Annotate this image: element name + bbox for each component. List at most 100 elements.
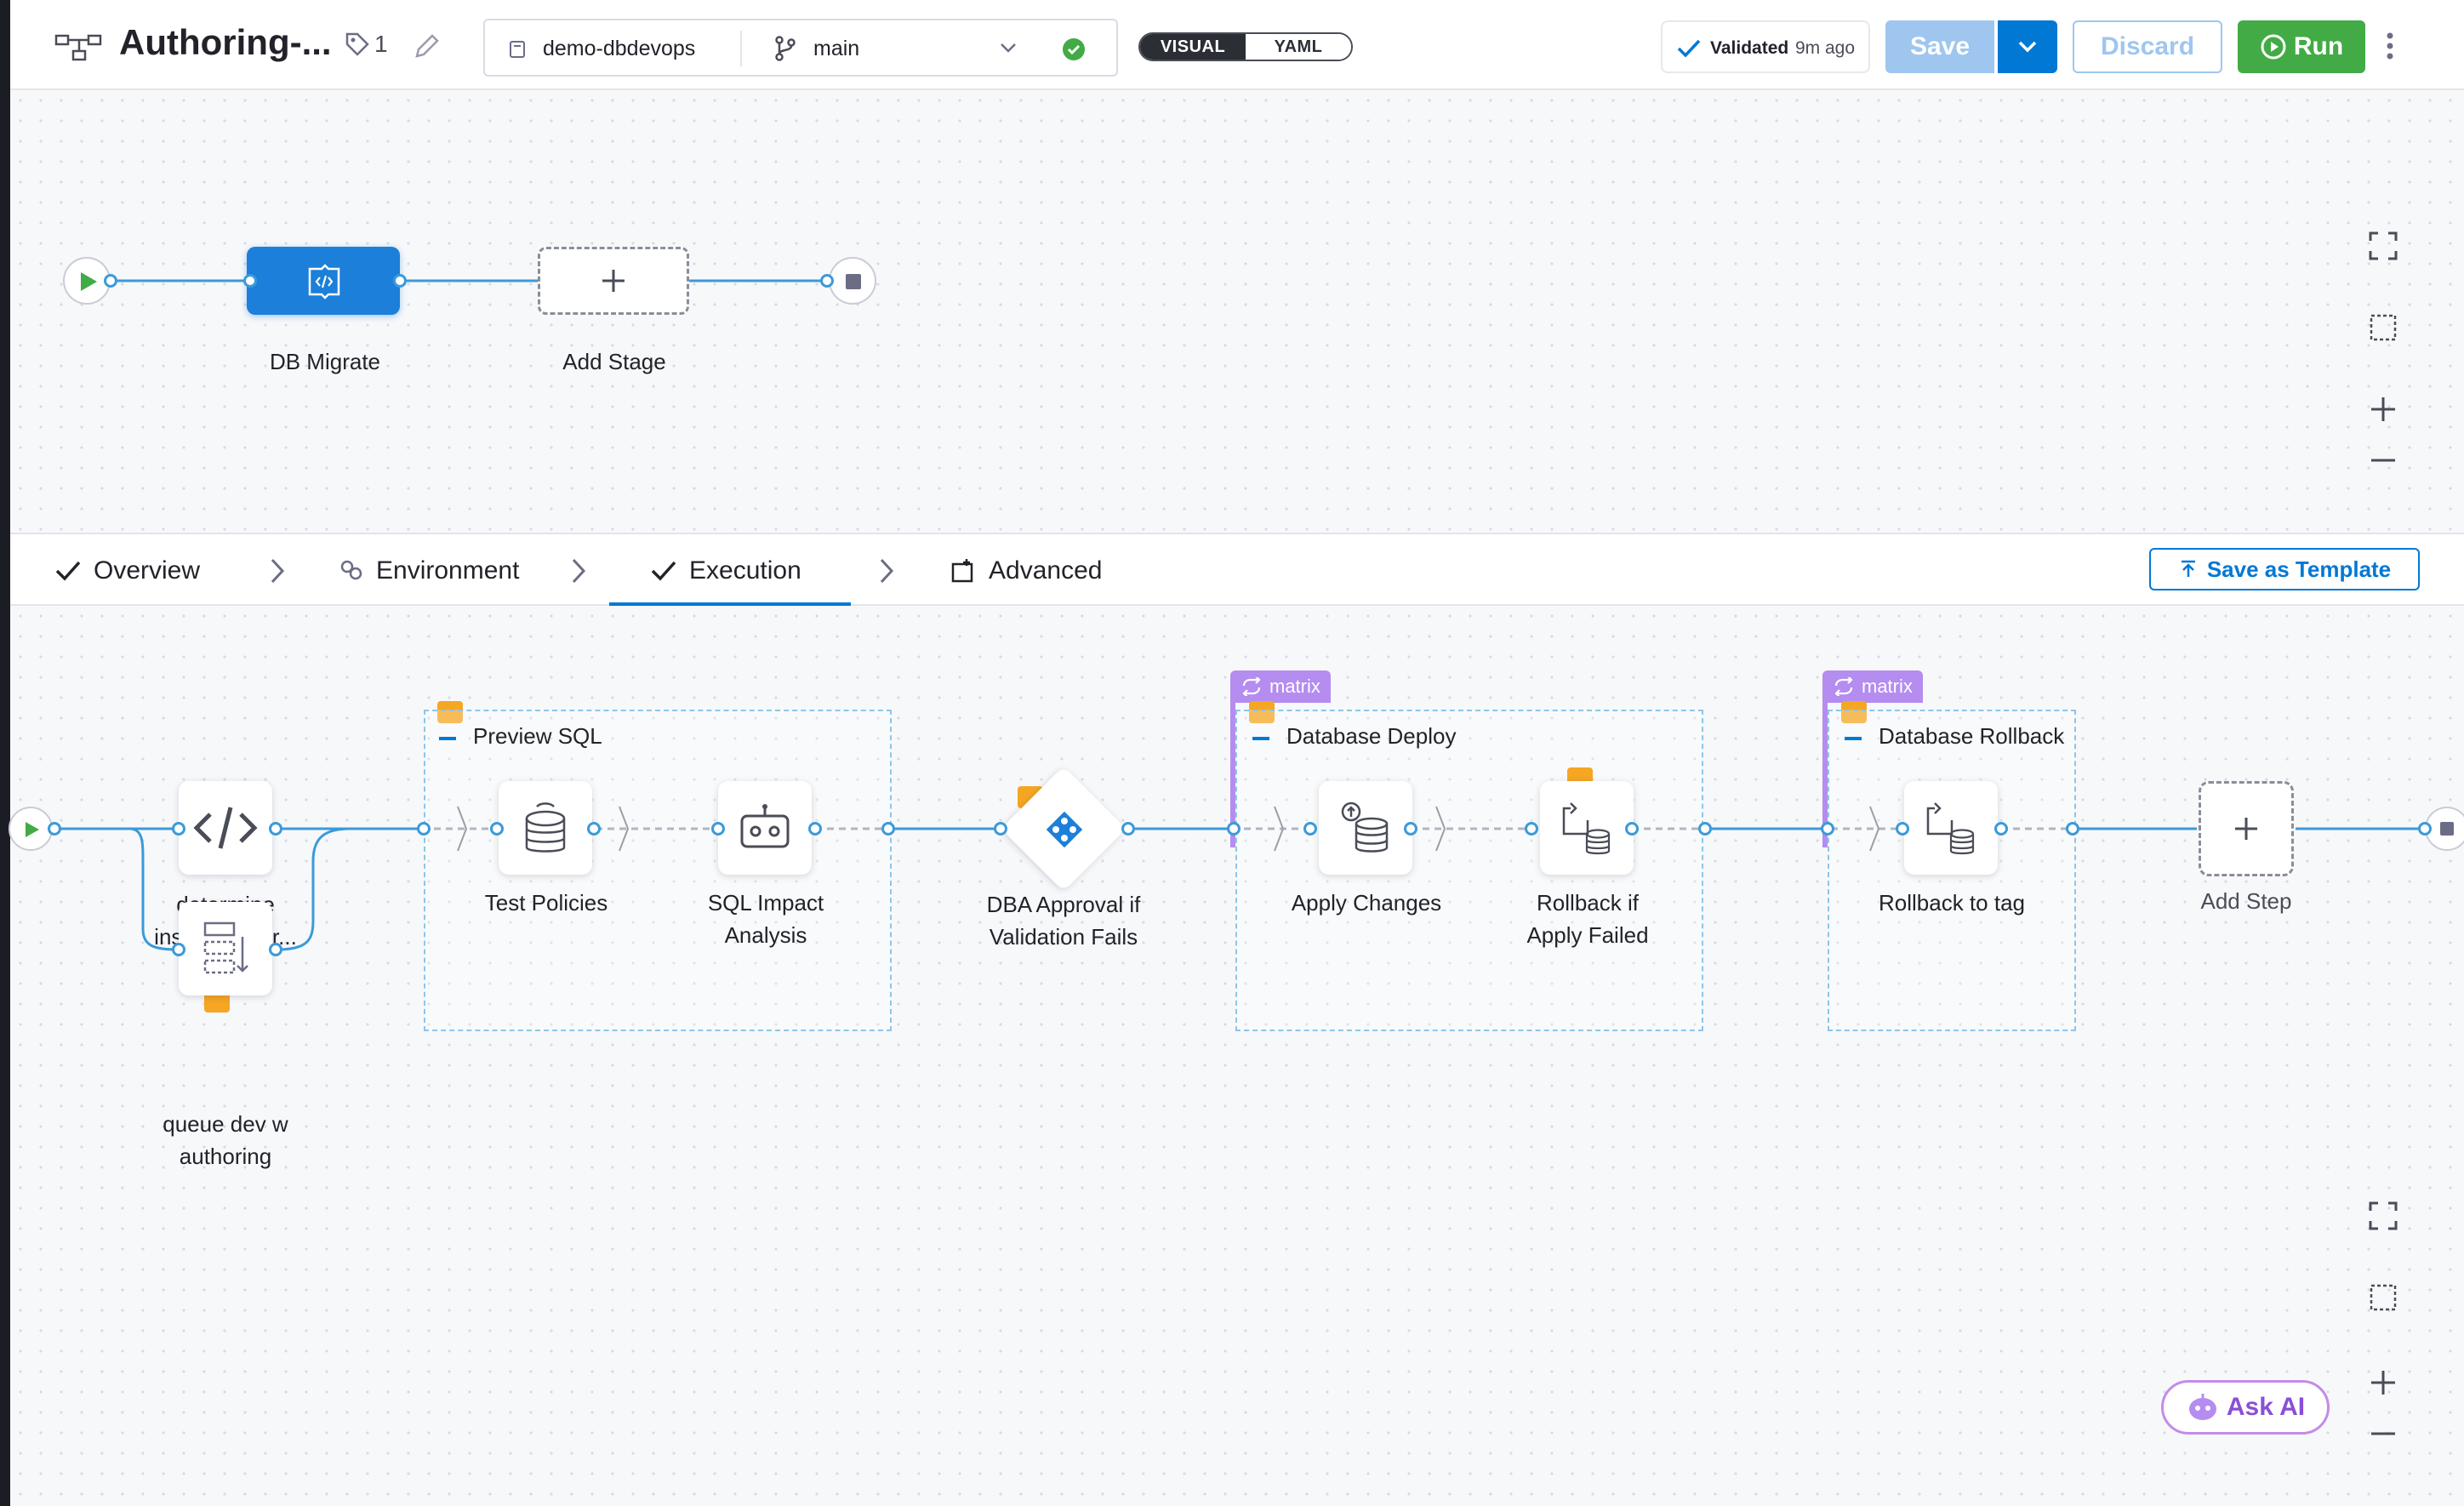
play-circle-icon (2261, 34, 2286, 60)
visual-tab[interactable]: VISUAL (1140, 34, 1246, 60)
tab-execution[interactable]: Execution (650, 534, 801, 608)
collapse-icon[interactable] (1252, 737, 1269, 740)
step-group-preview-sql[interactable] (424, 710, 892, 1031)
stop-icon (846, 274, 861, 289)
chevron-down-icon[interactable] (999, 41, 1018, 54)
stop-icon (2440, 822, 2454, 836)
add-step-button[interactable] (2199, 781, 2294, 876)
port (172, 943, 185, 956)
port (172, 822, 185, 836)
step-label-add-step: Add Step (2200, 888, 2292, 914)
check-icon (55, 561, 81, 581)
execution-start-node (9, 807, 53, 851)
tab-overview[interactable]: Overview (54, 534, 200, 608)
collapse-icon[interactable] (1845, 737, 1862, 740)
left-edge (0, 0, 10, 1506)
sync-status-check-icon (1063, 38, 1085, 60)
step-queue-dev[interactable] (179, 902, 272, 995)
plus-icon (2235, 818, 2257, 840)
save-options-button[interactable] (1998, 20, 2057, 73)
save-as-template-button[interactable]: Save as Template (2149, 548, 2420, 590)
step-rollback-if-failed[interactable] (1540, 781, 1634, 875)
fit-screen-icon[interactable] (2358, 1191, 2408, 1241)
robot-icon (740, 804, 790, 848)
yaml-tab[interactable]: YAML (1246, 34, 1351, 60)
matrix-label: matrix (1862, 676, 1913, 697)
stage-canvas[interactable]: DB Migrate Add Stage (10, 90, 2464, 533)
pipeline-end-node (829, 257, 876, 305)
fit-screen-icon[interactable] (2358, 221, 2408, 271)
repo-icon (510, 41, 525, 58)
ask-ai-button[interactable]: Ask AI (2161, 1380, 2330, 1435)
select-area-icon[interactable] (2358, 1273, 2408, 1322)
db-migrate-icon (308, 264, 340, 299)
port (1625, 822, 1639, 836)
more-options-icon[interactable] (2384, 31, 2396, 61)
group-title-database-deploy: Database Deploy (1286, 723, 1457, 749)
tab-execution-label: Execution (689, 556, 801, 585)
port (1121, 822, 1135, 836)
edit-pencil-icon[interactable] (412, 32, 441, 61)
validated-time: 9m ago (1795, 38, 1856, 58)
step-test-policies[interactable] (499, 781, 592, 875)
chevron-right-icon (271, 558, 285, 584)
run-button[interactable]: Run (2238, 20, 2365, 73)
port (417, 822, 431, 836)
port (881, 822, 895, 836)
tab-advanced-label: Advanced (989, 556, 1103, 585)
code-icon (193, 807, 258, 849)
stage-tabs: Overview Environment Execution Advanced … (10, 533, 2464, 608)
step-sql-impact-analysis[interactable] (718, 781, 812, 875)
divider (740, 31, 742, 66)
discard-button[interactable]: Discard (2073, 20, 2222, 73)
port (1994, 822, 2008, 836)
tab-advanced[interactable]: Advanced (950, 534, 1102, 608)
add-stage-button[interactable] (538, 247, 689, 315)
save-button[interactable]: Save (1885, 20, 1994, 73)
step-apply-changes[interactable] (1319, 781, 1412, 875)
stage-label-add: Add Stage (562, 349, 666, 374)
repo-name: demo-dbdevops (543, 37, 696, 60)
ai-assistant-icon (2188, 1394, 2216, 1420)
matrix-tag: matrix (1230, 670, 1331, 703)
run-label: Run (2293, 32, 2344, 60)
tab-environment[interactable]: Environment (339, 534, 519, 608)
pipeline-header: Authoring-... 1 demo-dbdevops main VISUA… (10, 0, 2464, 90)
repo-branch-selector[interactable]: demo-dbdevops main (483, 19, 1118, 77)
validated-badge[interactable]: Validated 9m ago (1661, 20, 1870, 73)
page-title: Authoring-... (119, 22, 332, 62)
zoom-in-icon[interactable] (2358, 385, 2408, 434)
zoom-in-icon[interactable] (2358, 1358, 2408, 1407)
tag-icon[interactable] (344, 31, 371, 58)
queue-icon (203, 921, 248, 974)
step-rollback-to-tag[interactable] (1904, 781, 1998, 875)
select-area-icon[interactable] (2358, 303, 2408, 352)
step-determine-instances[interactable] (179, 781, 272, 875)
database-icon (525, 802, 566, 853)
port (994, 822, 1007, 836)
port (1303, 822, 1317, 836)
stage-label-db-migrate: DB Migrate (269, 349, 381, 374)
zoom-out-icon[interactable] (2358, 436, 2408, 485)
play-icon (26, 822, 39, 837)
collapse-icon[interactable] (439, 737, 456, 740)
port (490, 822, 504, 836)
port (1896, 822, 1909, 836)
step-group-database-deploy[interactable] (1235, 710, 1703, 1031)
port (587, 822, 601, 836)
rollback-db-icon (1562, 802, 1611, 855)
execution-canvas[interactable]: determineinstances for... queue dev waut… (9, 606, 2464, 1506)
port (808, 822, 822, 836)
port (1525, 822, 1538, 836)
view-toggle[interactable]: VISUAL YAML (1138, 32, 1353, 61)
branch-icon (775, 36, 796, 61)
stage-db-migrate[interactable] (247, 247, 400, 315)
port (243, 274, 257, 288)
loop-icon (1834, 677, 1853, 696)
advanced-icon (951, 559, 973, 583)
port (269, 943, 282, 956)
step-label-dba-approval: DBA Approval if Validation Fails (986, 892, 1141, 950)
port (820, 274, 834, 288)
port (1404, 822, 1417, 836)
zoom-out-icon[interactable] (2358, 1409, 2408, 1458)
